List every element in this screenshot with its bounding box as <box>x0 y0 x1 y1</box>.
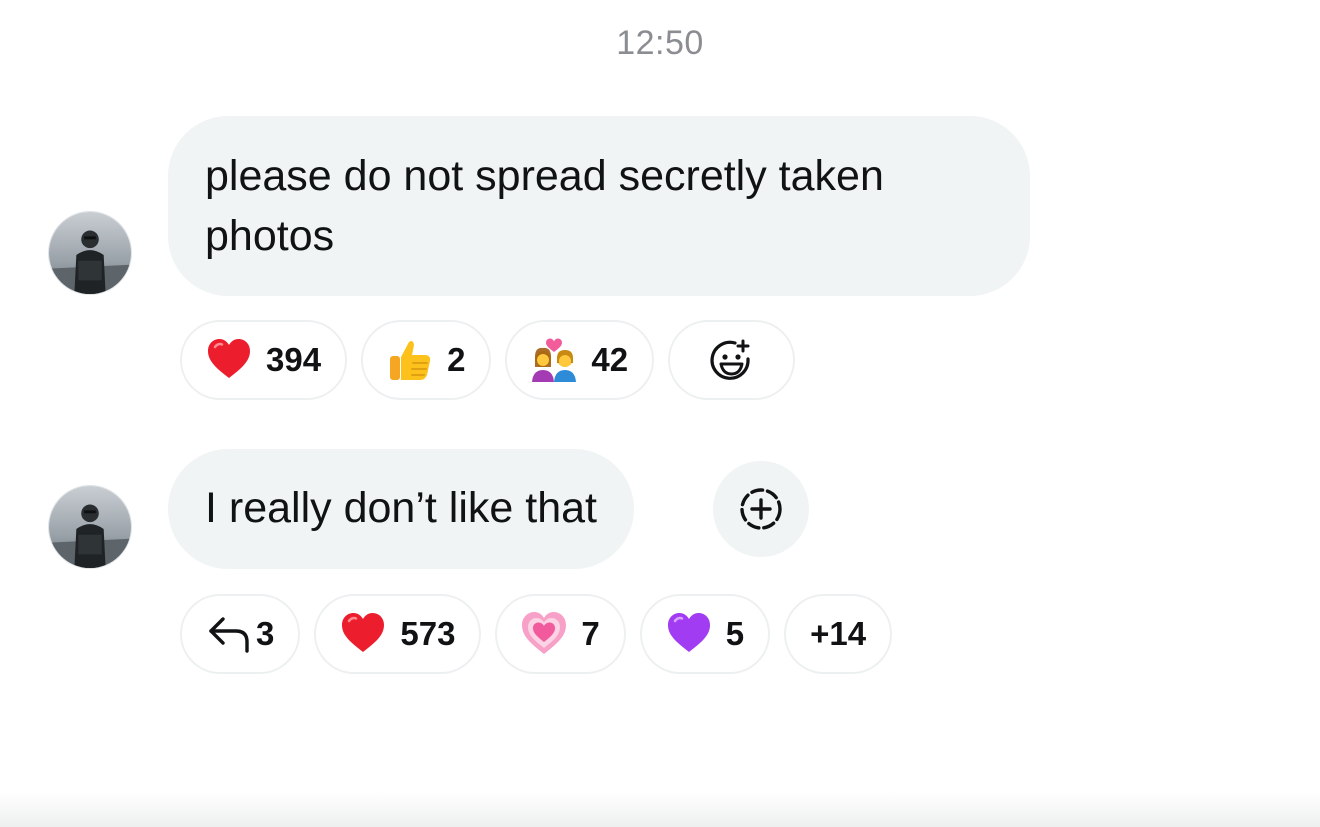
add-reaction-button[interactable] <box>668 320 796 400</box>
message-timestamp: 12:50 <box>616 24 704 62</box>
more-reactions-count: +14 <box>810 615 867 652</box>
reaction-count: 2 <box>447 341 466 378</box>
reply-count: 3 <box>256 615 275 652</box>
reaction-red-heart[interactable]: 573 <box>314 594 482 674</box>
reaction-red-heart[interactable]: 394 <box>180 320 348 400</box>
bottom-divider <box>0 791 1320 827</box>
red-heart-icon <box>340 611 386 657</box>
thumbs-up-icon <box>387 337 433 383</box>
reaction-bar: 3 573 7 5 +14 <box>180 594 893 674</box>
reaction-count: 573 <box>400 615 456 652</box>
couple-with-heart-icon <box>531 337 577 383</box>
chat-view: 12:50 please do not spread secretly take… <box>0 0 1320 827</box>
avatar[interactable] <box>48 485 132 569</box>
message-bubble[interactable]: please do not spread secretly taken phot… <box>168 116 1030 296</box>
reaction-count: 5 <box>725 615 745 652</box>
red-heart-icon <box>206 337 252 383</box>
reaction-count: 42 <box>591 341 629 378</box>
add-circle-icon <box>740 488 782 530</box>
message-bubble[interactable]: I really don’t like that <box>168 449 634 569</box>
reaction-count: 394 <box>266 341 322 378</box>
reaction-growing-heart[interactable]: 7 <box>495 594 626 674</box>
avatar[interactable] <box>48 211 132 295</box>
reaction-bar: 394 2 42 <box>180 320 796 400</box>
reaction-count: 7 <box>581 615 600 652</box>
reaction-purple-heart[interactable]: 5 <box>639 594 771 674</box>
add-emoji-icon <box>709 337 755 383</box>
add-reaction-button[interactable] <box>713 461 809 557</box>
growing-heart-icon <box>521 611 567 657</box>
reaction-couple-with-heart[interactable]: 42 <box>505 320 655 400</box>
reaction-thumbs-up[interactable]: 2 <box>361 320 492 400</box>
more-reactions-button[interactable]: +14 <box>784 594 893 674</box>
reply-count-button[interactable]: 3 <box>180 594 301 674</box>
purple-heart-icon <box>666 611 712 657</box>
reply-arrow-icon <box>206 611 252 657</box>
